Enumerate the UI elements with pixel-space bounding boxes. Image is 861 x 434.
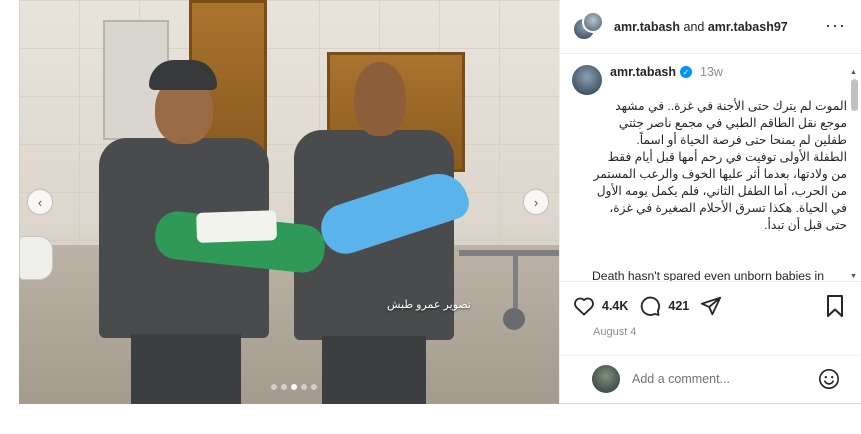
post-header: amr.tabash and amr.tabash97 ··· <box>560 0 861 54</box>
collab-names: amr.tabash and amr.tabash97 <box>614 20 788 34</box>
scroll-up-icon[interactable]: ▲ <box>850 69 857 76</box>
share-icon[interactable] <box>699 294 723 318</box>
like-count[interactable]: 4.4K <box>602 299 628 313</box>
caption-scrollbar[interactable]: ▲ ▼ <box>849 69 859 281</box>
chevron-left-icon[interactable]: ‹ <box>28 190 52 214</box>
action-bar: 4.4K 421 August 4 <box>560 281 861 345</box>
post-media[interactable]: تصوير عمرو طبش ‹ › <box>19 0 559 404</box>
post-date[interactable]: August 4 <box>593 326 636 338</box>
chevron-right-icon[interactable]: › <box>524 190 548 214</box>
collab-avatars[interactable] <box>572 10 604 43</box>
bookmark-icon[interactable] <box>824 294 848 318</box>
scroll-down-icon[interactable]: ▼ <box>850 273 857 280</box>
avatar <box>592 365 620 393</box>
carousel-dot <box>281 384 287 390</box>
caption-arabic: الموت لم يترك حتى الأجنة في غزة.. في مشه… <box>593 99 847 232</box>
sink <box>19 236 53 280</box>
instagram-post: تصوير عمرو طبش ‹ › amr.tabash and amr.ta… <box>19 0 861 404</box>
heart-icon[interactable] <box>572 294 596 318</box>
caption-english: Death hasn't spared even unborn babies i… <box>592 269 825 281</box>
username-link[interactable]: amr.tabash <box>610 65 676 79</box>
more-horizontal-icon[interactable]: ··· <box>825 16 846 34</box>
caption-area: amr.tabash ✓ 13w الموت لم يترك حتى الأجن… <box>560 55 861 281</box>
comment-count[interactable]: 421 <box>668 299 689 313</box>
comment-bar <box>560 355 861 403</box>
username-link[interactable]: amr.tabash97 <box>708 20 788 34</box>
avatar <box>582 10 604 33</box>
carousel-indicator <box>271 384 317 390</box>
post-side-panel: amr.tabash and amr.tabash97 ··· amr.taba… <box>559 0 861 404</box>
username-link[interactable]: amr.tabash <box>614 20 680 34</box>
caption-header: amr.tabash ✓ 13w <box>610 65 723 79</box>
photo-watermark: تصوير عمرو طبش <box>387 299 471 311</box>
carousel-dot <box>311 384 317 390</box>
caption-text: الموت لم يترك حتى الأجنة في غزة.. في مشه… <box>592 81 847 281</box>
conjunction-text: and <box>683 19 705 34</box>
comment-icon[interactable] <box>638 294 662 318</box>
verified-badge-icon: ✓ <box>680 66 693 78</box>
carousel-dot <box>291 384 297 390</box>
post-time[interactable]: 13w <box>700 65 723 79</box>
hospital-trolley <box>459 210 559 330</box>
emoji-icon[interactable] <box>818 368 840 390</box>
carousel-dot <box>271 384 277 390</box>
carousel-dot <box>301 384 307 390</box>
scroll-thumb[interactable] <box>851 79 858 111</box>
comment-input[interactable] <box>632 370 822 388</box>
